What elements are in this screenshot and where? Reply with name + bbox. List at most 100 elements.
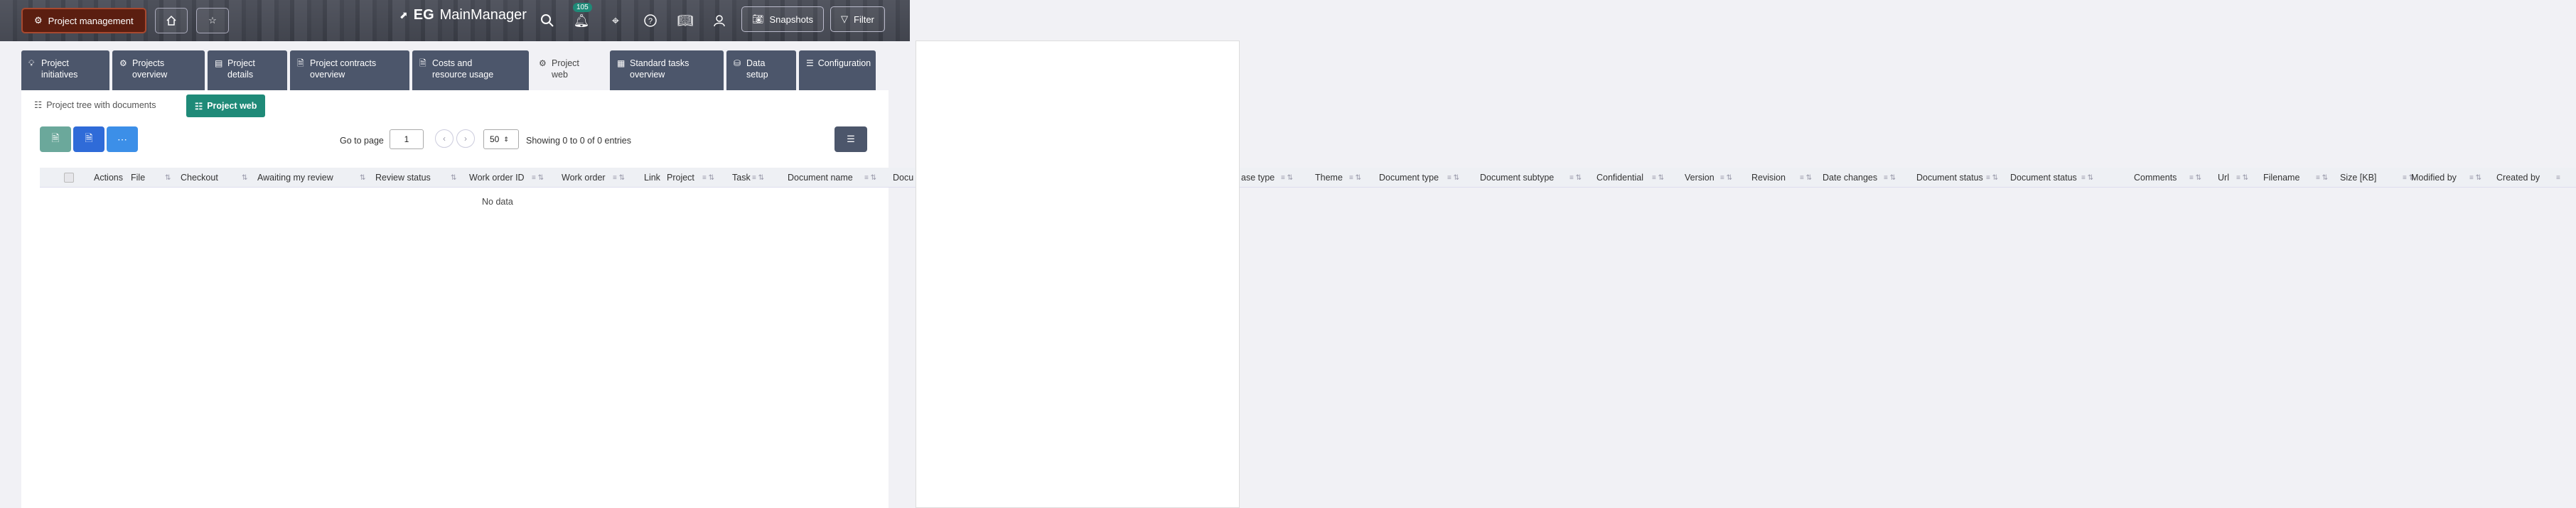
notifications-button[interactable]: 🔔︎ [572,11,591,30]
col-header[interactable]: Url [2218,173,2229,183]
sort-icon[interactable]: ≡ ⇅ [532,174,544,182]
sort-icon[interactable]: ⇅ [451,174,456,182]
col-header[interactable]: Review status [375,173,431,183]
table-header: Actions File ⇅ Checkout ⇅ Awaiting my re… [40,168,2576,188]
col-header[interactable]: Link [644,173,660,183]
col-header[interactable]: File [131,173,145,183]
home-icon [166,15,176,26]
col-header[interactable]: ase type [1241,173,1274,183]
sort-icon[interactable]: ⇅ [165,174,171,182]
col-header[interactable]: Theme [1315,173,1343,183]
user-button[interactable] [710,11,729,30]
col-header[interactable]: Document status [2010,173,2077,183]
snapshots-label: Snapshots [769,13,813,25]
search-button[interactable] [538,11,557,30]
manual-button[interactable]: 📖︎ [676,11,694,30]
export-excel-button[interactable]: 🗎︎ [40,126,71,152]
col-header[interactable]: Docu [893,173,913,183]
blank-overlay-panel [916,40,1240,508]
col-header[interactable]: Version [1685,173,1714,183]
sort-icon[interactable]: ≡ ⇅ [752,174,764,182]
export-word-button[interactable]: 🗎︎ [73,126,104,152]
sort-icon[interactable]: ≡ ⇅ [2189,174,2201,182]
sort-icon[interactable]: ≡ ⇅ [2081,174,2093,182]
search-icon [541,14,554,27]
module-button[interactable]: ⚙ Project management [21,8,146,33]
col-header[interactable]: Confidential [1596,173,1643,183]
col-header[interactable]: Document status [1916,173,1983,183]
sort-icon[interactable]: ≡ ⇅ [1986,174,1998,182]
tab-project-contracts-overview[interactable]: 🗎︎ Project contracts overview [290,50,409,90]
col-header[interactable]: Created by [2496,173,2540,183]
sort-icon[interactable]: ≡ ⇅ [2469,174,2481,182]
next-page-button[interactable]: › [456,129,475,148]
sort-icon[interactable]: ≡ ⇅ [2236,174,2248,182]
tab-label: initiatives [41,70,78,80]
tab-label: Configuration [817,58,871,68]
col-header[interactable]: Work order [562,173,606,183]
sort-icon[interactable]: ⇅ [360,174,365,182]
col-header[interactable]: Size [KB] [2340,173,2376,183]
location-button[interactable]: ⌖ [606,11,625,30]
col-header[interactable]: Checkout [181,173,218,183]
tab-projects-overview[interactable]: ⚙ Projects overview [112,50,205,90]
tab-costs-and-resource-usage[interactable]: 🗎︎ Costs and resource usage [412,50,529,90]
sort-icon[interactable]: ≡ ⇅ [1569,174,1582,182]
sort-icon[interactable]: ≡ ⇅ [1720,174,1732,182]
col-header[interactable]: Awaiting my review [257,173,333,183]
page-size-select[interactable]: 50 ⇕ [483,129,519,149]
sort-icon[interactable]: ≡ [2556,174,2560,182]
sort-icon[interactable]: ≡ ⇅ [1884,174,1896,182]
snapshots-button[interactable]: 📷︎ Snapshots [741,6,824,32]
page-input[interactable]: 1 [390,129,424,149]
sort-icon[interactable]: ≡ ⇅ [1281,174,1293,182]
star-icon: ☆ [208,15,217,26]
details-icon: ▤ [215,58,223,68]
col-header[interactable]: Actions [94,173,123,183]
tab-label: Project [41,58,69,68]
tab-configuration[interactable]: ☰ Configuration [799,50,876,90]
col-header[interactable]: Document name [788,173,853,183]
home-button[interactable] [155,8,188,33]
subtab-project-tree[interactable]: ☷ Project tree with documents [34,99,156,111]
col-header[interactable]: Document subtype [1480,173,1554,183]
col-header[interactable]: Filename [2263,173,2299,183]
col-header[interactable]: Revision [1751,173,1786,183]
tab-label: Data [746,58,766,68]
tab-project-details[interactable]: ▤ Project details [208,50,287,90]
filter-button[interactable]: ▽ Filter [830,6,885,32]
subtab-project-web[interactable]: ☷ Project web [186,94,266,117]
help-icon: ? [644,14,657,27]
tab-project-web[interactable]: ⚙ Project web [532,50,607,90]
sort-icon[interactable]: ≡ ⇅ [1447,174,1459,182]
excel-icon: 🗎︎ [51,132,60,144]
tab-label: Standard tasks [630,58,689,68]
sort-icon[interactable]: ⇅ [242,174,247,182]
tab-data-setup[interactable]: ⛁ Data setup [726,50,796,90]
sort-icon[interactable]: ≡ ⇅ [864,174,876,182]
tab-standard-tasks-overview[interactable]: ▦ Standard tasks overview [610,50,724,90]
sort-icon[interactable]: ≡ ⇅ [1800,174,1812,182]
col-header[interactable]: Date changes [1823,173,1877,183]
prev-page-button[interactable]: ‹ [435,129,454,148]
column-chooser-button[interactable]: ☰ [834,126,867,152]
more-actions-button[interactable]: ⋯ [107,126,138,152]
sort-icon[interactable]: ≡ ⇅ [702,174,714,182]
subtab-label: Project web [207,101,257,111]
col-header[interactable]: Document type [1379,173,1439,183]
col-header[interactable]: Work order ID [469,173,525,183]
sort-icon[interactable]: ≡ ⇅ [613,174,625,182]
col-header[interactable]: Modified by [2411,173,2457,183]
help-button[interactable]: ? [641,11,660,30]
sort-icon[interactable]: ≡ ⇅ [1349,174,1361,182]
col-header[interactable]: Comments [2134,173,2177,183]
tab-project-initiatives[interactable]: 💡︎ Project initiatives [21,50,109,90]
notification-badge: 105 [573,3,592,12]
col-header[interactable]: Project [667,173,694,183]
select-all-checkbox[interactable] [64,173,74,183]
sort-icon[interactable]: ≡ ⇅ [2316,174,2328,182]
content-panel [21,90,889,508]
sort-icon[interactable]: ≡ ⇅ [1652,174,1664,182]
col-header[interactable]: Task [732,173,751,183]
favorites-button[interactable]: ☆ [196,8,229,33]
